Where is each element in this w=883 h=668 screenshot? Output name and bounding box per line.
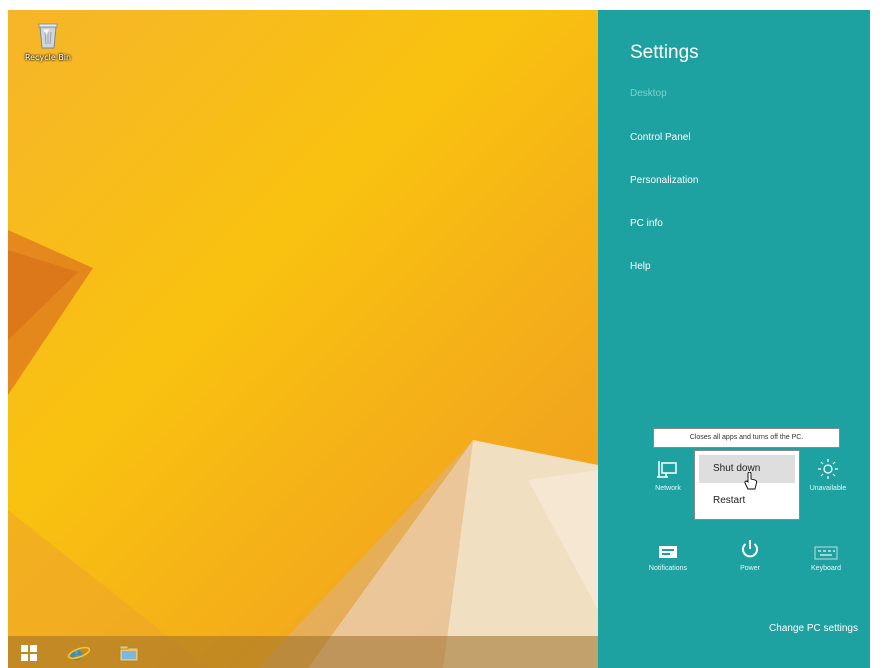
desktop[interactable]: Recycle Bin e [8, 10, 598, 668]
brightness-label: Unavailable [809, 485, 847, 492]
internet-explorer-icon[interactable]: e [64, 640, 94, 666]
network-label: Network [655, 485, 681, 492]
taskbar: e [8, 636, 598, 668]
notifications-tile[interactable]: Notifications [636, 538, 700, 572]
brightness-tile[interactable]: Unavailable [796, 458, 860, 492]
help-link[interactable]: Help [630, 261, 651, 272]
control-panel-link[interactable]: Control Panel [630, 132, 691, 143]
settings-charm: Settings Desktop Control Panel Personali… [598, 10, 870, 668]
shutdown-tooltip: Closes all apps and turns off the PC. [653, 428, 840, 448]
settings-subtitle: Desktop [630, 88, 667, 99]
notifications-icon [636, 538, 700, 560]
power-tile[interactable]: Power [718, 538, 782, 572]
keyboard-icon [794, 538, 858, 560]
network-tile[interactable]: Network [636, 458, 700, 492]
wallpaper [8, 230, 598, 668]
screen: Recycle Bin e Settings Desktop Control P… [8, 10, 870, 668]
recycle-bin-icon [36, 20, 60, 50]
change-pc-settings-link[interactable]: Change PC settings [769, 623, 858, 634]
personalization-link[interactable]: Personalization [630, 175, 698, 186]
file-explorer-icon[interactable] [114, 640, 144, 666]
recycle-bin[interactable]: Recycle Bin [18, 20, 78, 62]
mouse-cursor-icon [744, 471, 758, 494]
recycle-bin-label: Recycle Bin [24, 53, 72, 62]
keyboard-label: Keyboard [811, 565, 841, 572]
brightness-icon [796, 458, 860, 480]
keyboard-tile[interactable]: Keyboard [794, 538, 858, 572]
notifications-label: Notifications [648, 565, 688, 572]
power-label: Power [740, 565, 760, 572]
windows-start-icon[interactable] [14, 640, 44, 666]
settings-title: Settings [630, 42, 699, 63]
network-icon [636, 458, 700, 480]
power-icon [718, 538, 782, 560]
pc-info-link[interactable]: PC info [630, 218, 663, 229]
